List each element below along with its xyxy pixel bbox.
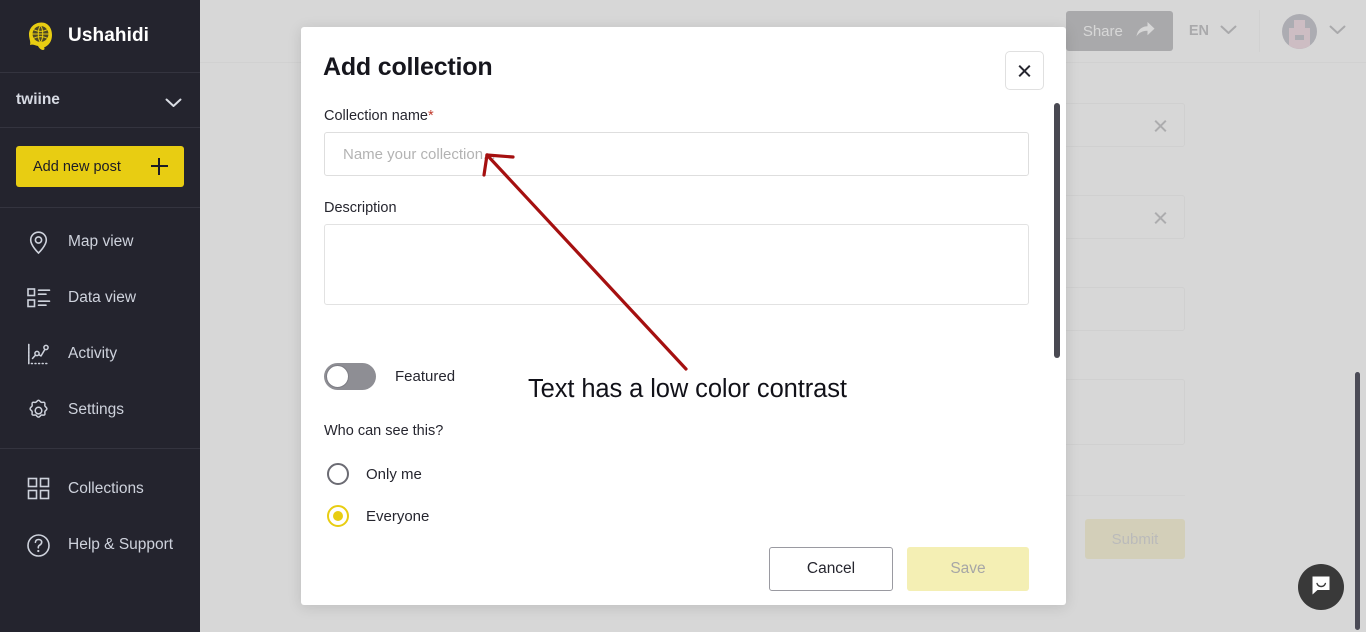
grid-squares-icon <box>26 477 51 502</box>
gear-icon <box>26 398 51 423</box>
brand-name: Ushahidi <box>68 25 150 46</box>
sidebar: Ushahidi twiine Add new post Map view Da… <box>0 0 200 632</box>
chevron-down-icon <box>165 95 182 107</box>
ushahidi-globe-logo <box>26 21 57 52</box>
add-collection-modal: Add collection Collection name* Descript… <box>301 27 1066 605</box>
chat-bubble-icon <box>1309 573 1333 602</box>
sidebar-secondary-nav: Collections Help & Support <box>0 448 200 573</box>
chat-widget-button[interactable] <box>1298 564 1344 610</box>
collection-name-label: Collection name* <box>324 108 434 124</box>
sidebar-item-label: Help & Support <box>68 536 174 553</box>
featured-toggle-row: Featured <box>324 363 455 390</box>
description-textarea[interactable] <box>324 224 1029 305</box>
sidebar-item-collections[interactable]: Collections <box>0 461 200 517</box>
modal-close-button[interactable] <box>1005 51 1044 90</box>
workspace-selector[interactable]: twiine <box>0 73 200 128</box>
featured-label: Featured <box>395 368 456 385</box>
sidebar-item-label: Collections <box>68 480 144 497</box>
radio-everyone[interactable]: Everyone <box>327 505 429 527</box>
activity-chart-icon <box>26 342 51 367</box>
sidebar-item-label: Map view <box>68 233 134 250</box>
modal-scrollbar[interactable] <box>1054 103 1060 358</box>
sidebar-primary-nav: Map view Data view Activity Settings <box>0 208 200 438</box>
sidebar-item-label: Settings <box>68 401 125 418</box>
sidebar-item-label: Data view <box>68 289 137 306</box>
save-button[interactable]: Save <box>907 547 1029 591</box>
cancel-button[interactable]: Cancel <box>769 547 893 591</box>
close-x-icon <box>1017 63 1032 78</box>
modal-title: Add collection <box>323 53 493 81</box>
sidebar-item-activity[interactable]: Activity <box>0 326 200 382</box>
radio-only-me[interactable]: Only me <box>327 463 422 485</box>
collection-name-input[interactable] <box>324 132 1029 176</box>
list-view-icon <box>26 286 51 311</box>
modal-footer: Cancel Save <box>301 533 1066 605</box>
add-new-post-label: Add new post <box>33 158 121 175</box>
sidebar-item-label: Activity <box>68 345 118 362</box>
add-post-container: Add new post <box>0 128 200 208</box>
sidebar-item-map-view[interactable]: Map view <box>0 214 200 270</box>
radio-label: Everyone <box>366 507 430 525</box>
radio-circle-everyone[interactable] <box>327 505 349 527</box>
featured-toggle[interactable] <box>324 363 376 390</box>
radio-circle-only-me[interactable] <box>327 463 349 485</box>
modal-body: Collection name* Description Featured Wh… <box>301 103 1066 533</box>
toggle-knob <box>326 365 349 388</box>
page-scrollbar[interactable] <box>1355 372 1360 630</box>
add-new-post-button[interactable]: Add new post <box>16 146 184 187</box>
workspace-name: twiine <box>16 91 60 108</box>
app-root: Submit Share EN <box>0 0 1366 632</box>
required-marker: * <box>427 108 434 124</box>
radio-label: Only me <box>366 465 422 483</box>
description-label: Description <box>324 200 397 216</box>
sidebar-item-settings[interactable]: Settings <box>0 382 200 438</box>
sidebar-item-help-support[interactable]: Help & Support <box>0 517 200 573</box>
sidebar-item-data-view[interactable]: Data view <box>0 270 200 326</box>
plus-icon <box>151 158 168 175</box>
map-pin-icon <box>26 230 51 255</box>
visibility-label: Who can see this? <box>324 423 444 439</box>
question-circle-icon <box>26 533 51 558</box>
brand: Ushahidi <box>0 0 200 73</box>
